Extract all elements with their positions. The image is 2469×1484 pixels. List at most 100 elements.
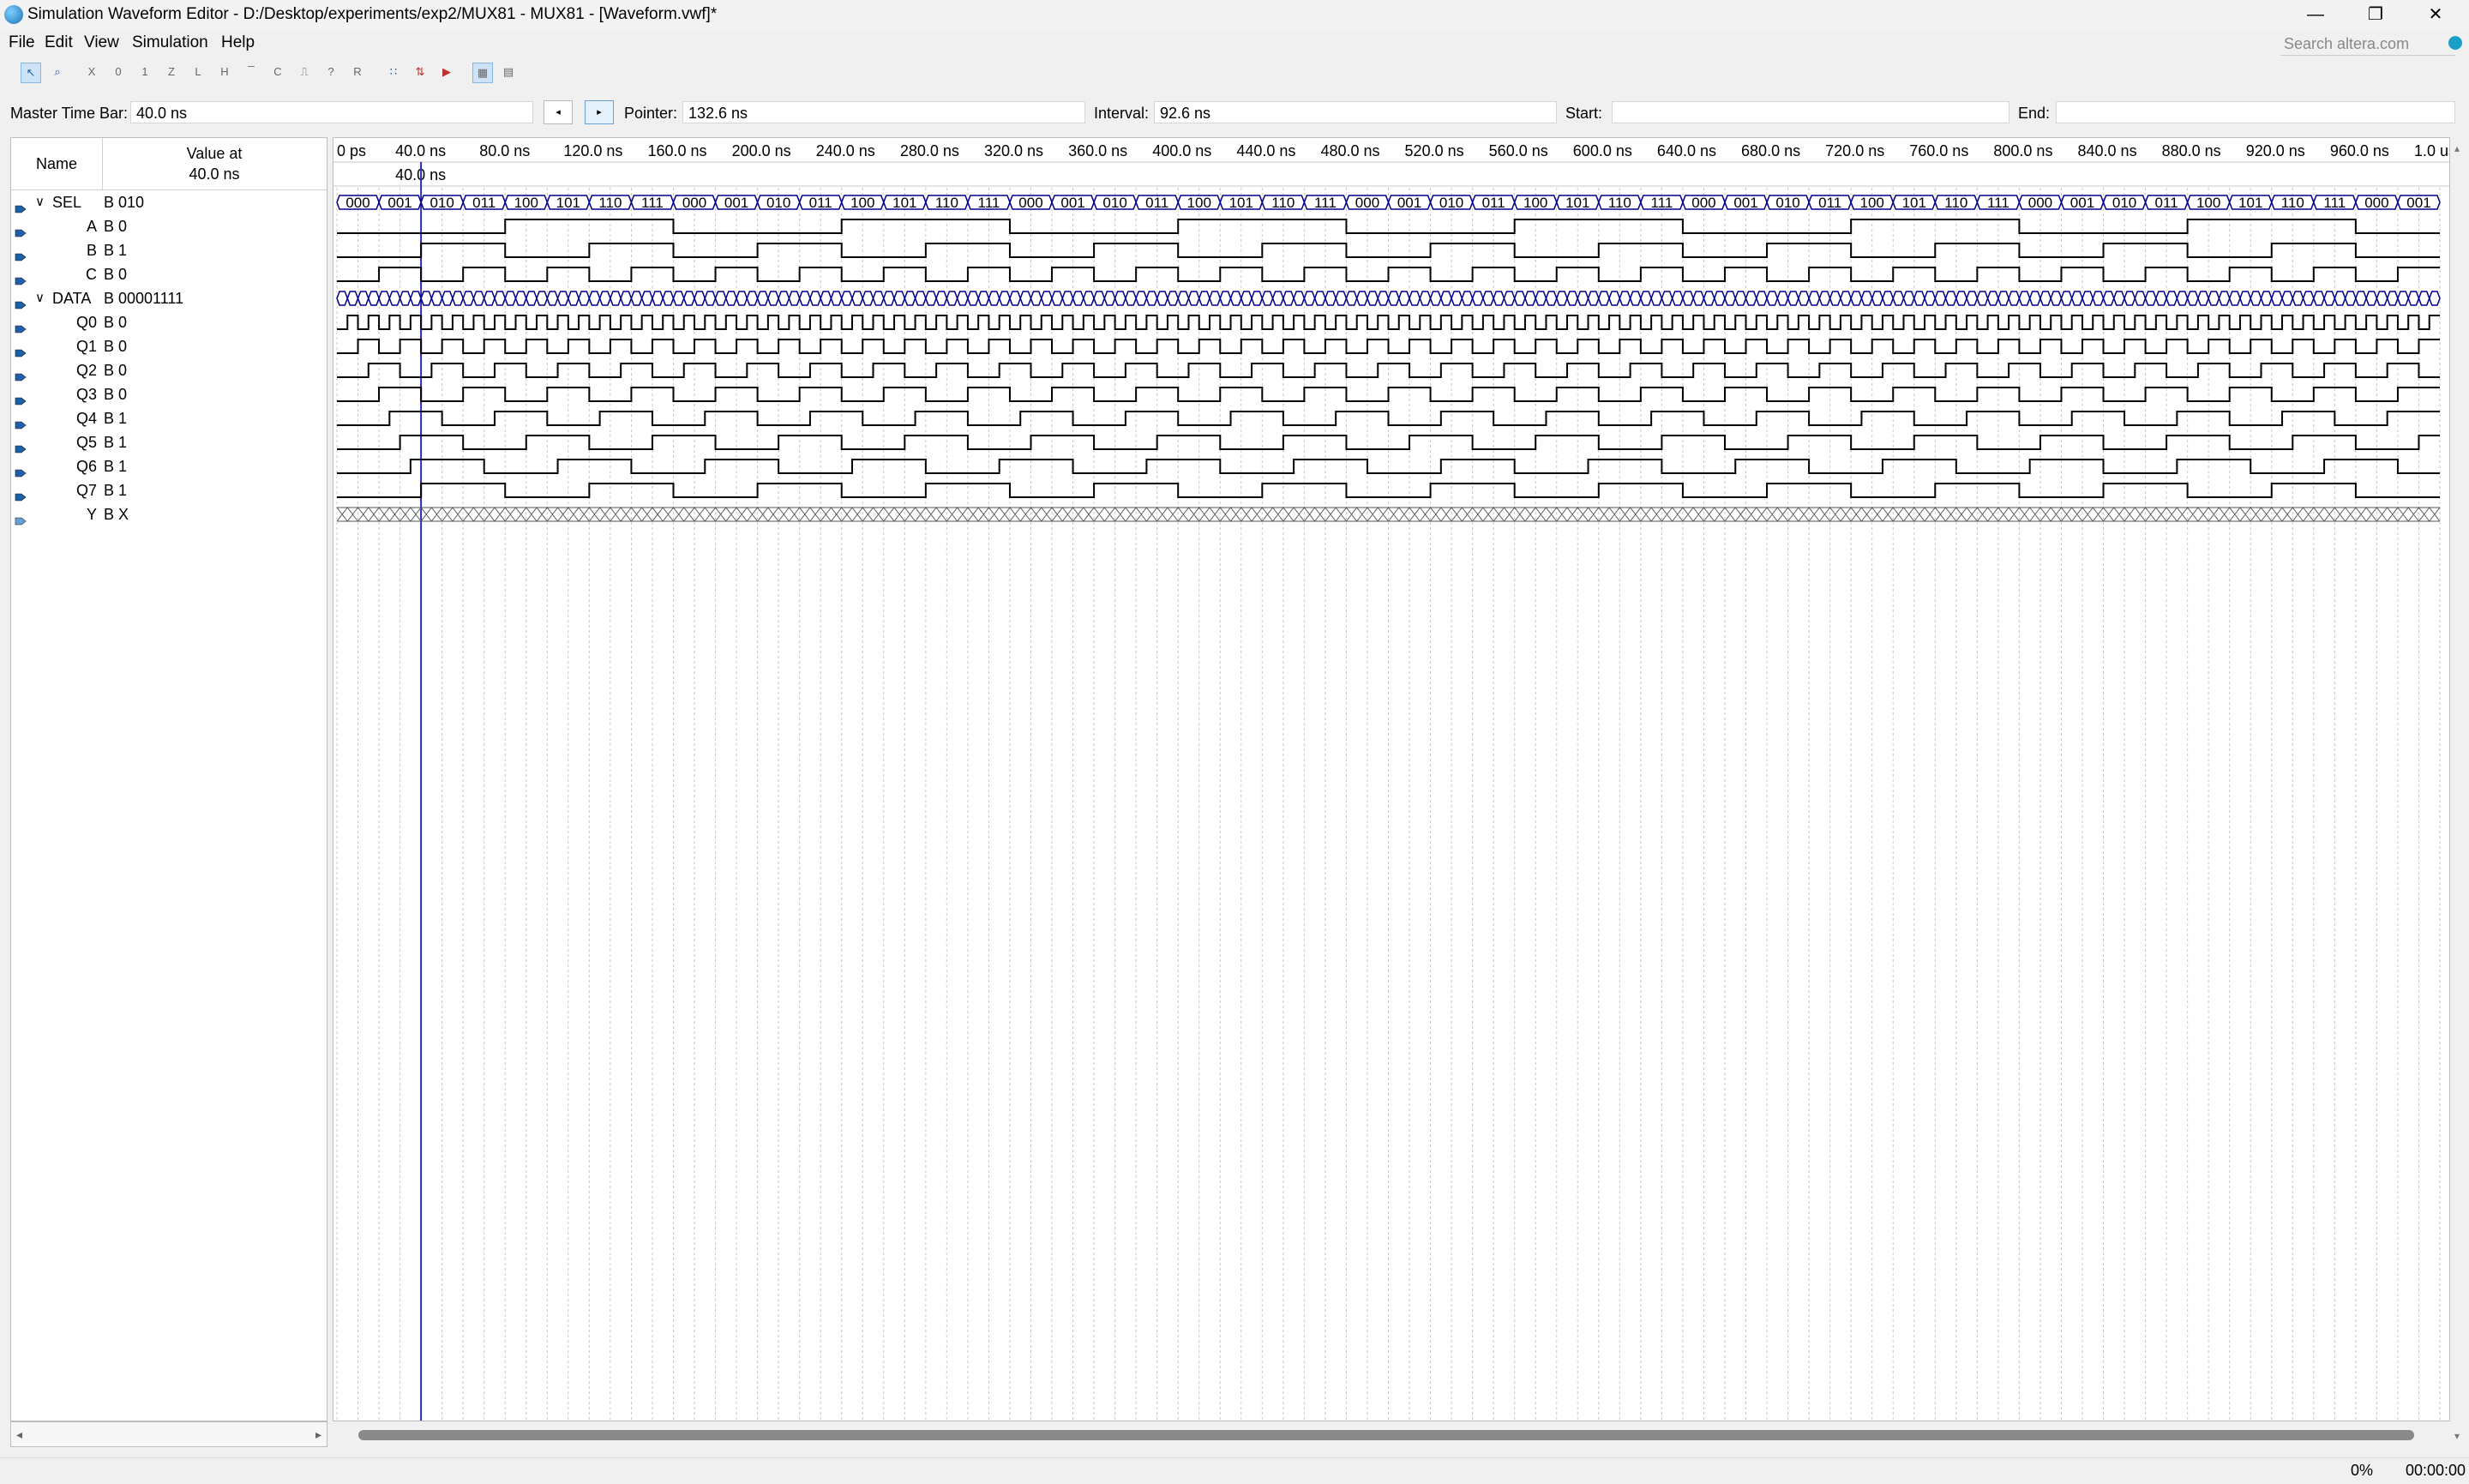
signal-row-a[interactable]: A B 0 [11,214,327,238]
clock-icon[interactable]: ⎍ [295,63,314,81]
bus-segment [1755,291,1768,306]
bus-segment [1335,291,1348,306]
bus-segment [546,291,559,306]
signal-row-q3[interactable]: Q3 B 0 [11,382,327,406]
force-high-icon[interactable]: 1 [135,63,154,81]
scroll-left-icon[interactable]: ◂ [16,1422,22,1446]
signal-row-y[interactable]: YB X [11,502,327,526]
menu-simulation[interactable]: Simulation [132,33,208,53]
bus-segment [2060,291,2073,306]
select-tool-icon[interactable]: ↖ [21,63,41,83]
bus-segment [525,291,538,306]
minimize-button[interactable]: — [2286,0,2346,29]
time-axis-label: 360.0 ns [1068,142,1127,159]
bus-segment [1061,291,1074,306]
bus-segment [746,291,759,306]
bus-segment [862,291,874,306]
sort-icon[interactable]: ⇅ [411,63,430,81]
input-pin-icon [15,485,27,502]
bus-segment [2176,291,2189,306]
restore-button[interactable]: ❐ [2346,0,2406,29]
signal-row-data[interactable]: ∨ DATA B 00001111 [11,286,327,310]
signal-waveform [337,339,2440,354]
signal-row-q1[interactable]: Q1 B 0 [11,334,327,358]
bus-segment [1808,291,1821,306]
bus-segment [462,291,475,306]
random-value-icon[interactable]: R [348,63,367,81]
signal-row-b[interactable]: B B 1 [11,238,327,262]
start-field[interactable] [1612,101,2009,123]
signal-name: Q0 [75,314,97,331]
scroll-up-icon[interactable]: ▴ [2454,142,2460,154]
bus-segment [2028,291,2041,306]
snap-to-grid-icon[interactable]: ∷ [384,63,403,81]
waveform-canvas[interactable]: 0 ps 40.0 ns 80.0 ns 120.0 ns 160.0 ns 200.0 … [333,138,2450,1421]
signal-list-scrollbar[interactable]: ◂ ▸ [10,1421,327,1447]
bus-segment [367,291,380,306]
waveform-scroll-thumb[interactable] [358,1430,2414,1440]
bus-segment [1409,291,1421,306]
bus-segment [2270,291,2283,306]
time-axis-label: 240.0 ns [816,142,875,159]
waveform-panel[interactable]: 0 ps 40.0 ns 80.0 ns 120.0 ns 160.0 ns 200.0 … [333,137,2450,1421]
bus-segment [935,291,948,306]
signal-name: C [86,266,97,283]
menu-edit[interactable]: Edit [45,33,73,53]
group-icon[interactable]: ▤ [499,63,518,81]
bus-segment [2124,291,2136,306]
value-at-label: Value at [186,145,243,162]
signal-row-q7[interactable]: Q7 B 1 [11,478,327,502]
bus-value-label: 111 [2323,195,2346,211]
signal-name: Y [86,506,97,523]
bus-segment [1135,291,1148,306]
signal-waveform [337,315,2440,330]
bus-segment [652,291,664,306]
bus-segment [1703,291,1715,306]
signal-name: Q3 [75,386,97,403]
signal-row-c[interactable]: C B 0 [11,262,327,286]
menu-view[interactable]: View [84,33,119,53]
bus-segment [1535,291,1547,306]
scroll-down-icon[interactable]: ▾ [2454,1430,2460,1442]
bus-segment [578,291,591,306]
zoom-tool-icon[interactable]: ⌕ [48,63,67,81]
bus-segment [1198,291,1210,306]
bus-segment [1955,291,1967,306]
count-value-icon[interactable]: C [268,63,287,81]
signal-row-q0[interactable]: Q0 B 0 [11,310,327,334]
input-pin-icon [15,269,27,285]
force-weak-high-icon[interactable]: H [215,63,234,81]
waveform-horizontal-scrollbar[interactable] [333,1421,2450,1447]
invert-icon[interactable]: ̅ [242,63,261,81]
signal-row-q5[interactable]: Q5 B 1 [11,430,327,454]
next-transition-button[interactable]: ▸ [585,100,614,124]
waveform-vertical-scrollbar[interactable]: ▴ ▾ [2450,137,2469,1447]
prev-transition-button[interactable]: ◂ [544,100,573,124]
bus-segment [2239,291,2252,306]
bus-value-label: 001 [724,195,748,211]
force-high-impedance-icon[interactable]: Z [162,63,181,81]
force-weak-low-icon[interactable]: L [189,63,207,81]
end-field[interactable] [2056,101,2455,123]
menu-file[interactable]: File [9,33,35,53]
expand-chevron-icon[interactable]: ∨ [35,190,45,214]
bus-segment [788,291,801,306]
grid-icon[interactable]: ▦ [472,63,493,83]
signal-row-q4[interactable]: Q4 B 1 [11,406,327,430]
force-low-icon[interactable]: 0 [109,63,128,81]
arbitrary-value-icon[interactable]: ? [321,63,340,81]
bus-segment [1177,291,1190,306]
master-time-bar-field[interactable]: 40.0 ns [130,101,533,123]
bus-segment [2134,291,2147,306]
signal-row-sel[interactable]: ∨ SEL B 010 [11,190,327,214]
functional-sim-icon[interactable]: ▶ [437,63,456,81]
expand-chevron-icon[interactable]: ∨ [35,286,45,310]
signal-row-q2[interactable]: Q2 B 0 [11,358,327,382]
close-button[interactable]: ✕ [2406,0,2466,29]
signal-row-q6[interactable]: Q6 B 1 [11,454,327,478]
scroll-right-icon[interactable]: ▸ [315,1422,321,1446]
signal-name: Q6 [75,458,97,475]
force-unknown-icon[interactable]: X [82,63,101,81]
menu-help[interactable]: Help [221,33,255,53]
search-input[interactable]: Search altera.com [2280,33,2455,56]
